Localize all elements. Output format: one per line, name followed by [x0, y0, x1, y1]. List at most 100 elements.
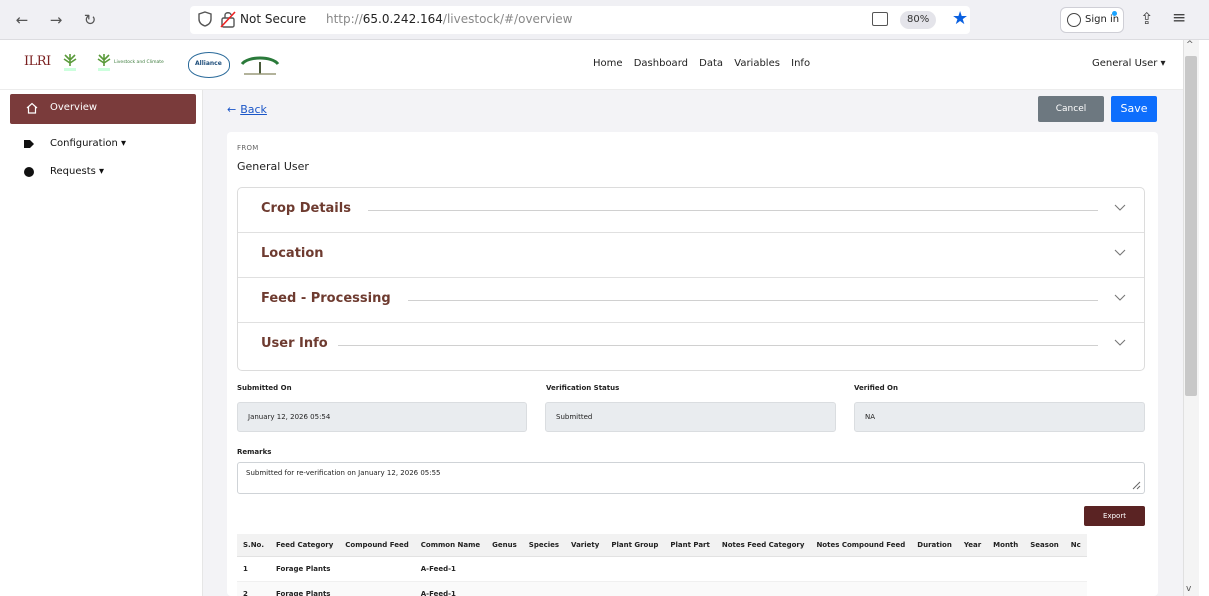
submitted-on-field[interactable]: January 12, 2026 05:54 [237, 402, 527, 432]
request-detail-card: FROM General User Crop Details Location … [227, 132, 1158, 596]
browser-toolbar: ← → ↻ Not Secure http://65.0.242.164/liv… [0, 0, 1209, 40]
table-column-header: S.No. [237, 534, 271, 557]
table-cell [957, 556, 988, 582]
back-arrow-icon: ← [227, 103, 237, 116]
zoom-level[interactable]: 80% [900, 11, 937, 29]
table-cell: A-Feed-1 [414, 556, 487, 582]
ilri-logo[interactable]: ILRI [24, 54, 51, 69]
table-cell [339, 556, 415, 582]
top-nav: Home Dashboard Data Variables Info [593, 58, 818, 69]
accordion-location[interactable]: Location [238, 233, 1144, 278]
table-row[interactable]: 1 Forage Plants A-Feed-1 [237, 556, 1087, 582]
partner-logo-text: Livestock and Climate [114, 60, 164, 65]
main-content: ← Back Cancel Save FROM General User Crop… [203, 90, 1183, 596]
forward-arrow-icon[interactable]: → [46, 10, 66, 30]
back-link[interactable]: ← Back [227, 103, 267, 116]
accordion-user-info[interactable]: User Info [238, 323, 1144, 368]
verification-status-label: Verification Status [546, 384, 620, 392]
chevron-down-icon [1114, 339, 1126, 346]
table-cell: Forage Plants [270, 581, 340, 596]
table-cell: 2 [237, 581, 271, 596]
table-column-header: Plant Part [664, 534, 716, 557]
nav-variables[interactable]: Variables [734, 58, 780, 69]
nav-info[interactable]: Info [791, 58, 810, 69]
table-column-header: Genus [486, 534, 523, 557]
resize-grip-icon[interactable] [1131, 480, 1141, 490]
bookmark-star-icon[interactable]: ★ [952, 8, 968, 29]
nav-home[interactable]: Home [593, 58, 623, 69]
accordion-title: Crop Details [261, 201, 361, 216]
alliance-logo-text: Alliance [195, 60, 222, 67]
submitted-on-label: Submitted On [237, 384, 292, 392]
scrollbar-thumb[interactable] [1185, 56, 1197, 396]
table-cell [522, 556, 566, 582]
save-button[interactable]: Save [1111, 96, 1157, 122]
divider-line [368, 210, 1098, 211]
table-cell: A-Feed-1 [414, 581, 487, 596]
verified-on-label: Verified On [854, 384, 898, 392]
cancel-button[interactable]: Cancel [1038, 96, 1104, 122]
feed-table-container[interactable]: S.No. Feed Category Compound Feed Common Na… [237, 534, 1145, 596]
notification-dot [1112, 11, 1117, 16]
share-icon[interactable]: ⇪ [1140, 9, 1153, 28]
app-header: ILRI Livestock and Climate Alliance Home… [0, 40, 1183, 90]
location-pin-icon [24, 167, 34, 177]
home-icon [26, 102, 38, 114]
from-label: FROM [237, 144, 259, 152]
table-column-header: Variety [565, 534, 606, 557]
verification-status-field[interactable]: Submitted [545, 402, 836, 432]
table-cell [339, 581, 415, 596]
chevron-down-icon [1114, 204, 1126, 211]
table-cell [605, 556, 665, 582]
chevron-down-icon [1114, 294, 1126, 301]
table-cell [715, 581, 811, 596]
table-column-header: Plant Group [605, 534, 665, 557]
export-button[interactable]: Export [1084, 506, 1145, 526]
back-arrow-icon[interactable]: ← [12, 10, 32, 30]
url-path: /livestock/#/overview [442, 12, 573, 26]
divider-line [338, 345, 1098, 346]
nav-data[interactable]: Data [699, 58, 723, 69]
address-bar[interactable]: Not Secure http://65.0.242.164/livestock… [190, 6, 970, 34]
table-column-header: Notes Compound Feed [810, 534, 912, 557]
reload-icon[interactable]: ↻ [80, 10, 100, 30]
table-cell [605, 581, 665, 596]
nav-dashboard[interactable]: Dashboard [634, 58, 688, 69]
table-cell [565, 581, 606, 596]
tree-logo-icon [240, 56, 280, 75]
sidebar-item-label: Configuration ▾ [50, 138, 127, 149]
remarks-value: Submitted for re-verification on January… [246, 469, 441, 477]
table-column-header: Feed Category [270, 534, 340, 557]
table-column-header: Month [987, 534, 1025, 557]
table-column-header: Season [1024, 534, 1065, 557]
table-cell [957, 581, 988, 596]
reader-view-icon[interactable] [872, 12, 888, 26]
hamburger-menu-icon[interactable]: ≡ [1172, 8, 1186, 28]
table-column-header: Notes Feed Category [715, 534, 811, 557]
alliance-logo: Alliance [188, 52, 230, 78]
url-prefix: http:// [326, 12, 363, 26]
verified-on-field[interactable]: NA [854, 402, 1145, 432]
shield-icon[interactable] [198, 11, 212, 27]
table-cell [486, 581, 523, 596]
table-column-header: Year [957, 534, 988, 557]
sidebar-item-label: Requests ▾ [50, 166, 105, 177]
table-row[interactable]: 2 Forage Plants A-Feed-1 [237, 581, 1087, 596]
table-cell [715, 556, 811, 582]
insecure-lock-icon[interactable] [220, 10, 236, 28]
table-cell [1064, 556, 1087, 582]
table-column-header: Common Name [414, 534, 487, 557]
scroll-up-icon[interactable]: ^ [1186, 40, 1194, 50]
sidebar-item-overview[interactable]: Overview [10, 94, 196, 124]
ilri-logo-text: ILRI [24, 54, 51, 69]
user-menu-dropdown[interactable]: General User ▾ [1092, 58, 1166, 69]
accordion-feed-processing[interactable]: Feed - Processing [238, 278, 1144, 323]
table-column-header: Species [522, 534, 566, 557]
scroll-down-icon[interactable]: v [1186, 584, 1191, 594]
url-text[interactable]: http://65.0.242.164/livestock/#/overview [326, 12, 573, 26]
table-cell [987, 556, 1025, 582]
table-cell [565, 556, 606, 582]
sign-in-button[interactable]: Sign in [1060, 7, 1124, 33]
remarks-textarea[interactable]: Submitted for re-verification on January… [237, 462, 1145, 494]
accordion-crop-details[interactable]: Crop Details [238, 188, 1144, 233]
